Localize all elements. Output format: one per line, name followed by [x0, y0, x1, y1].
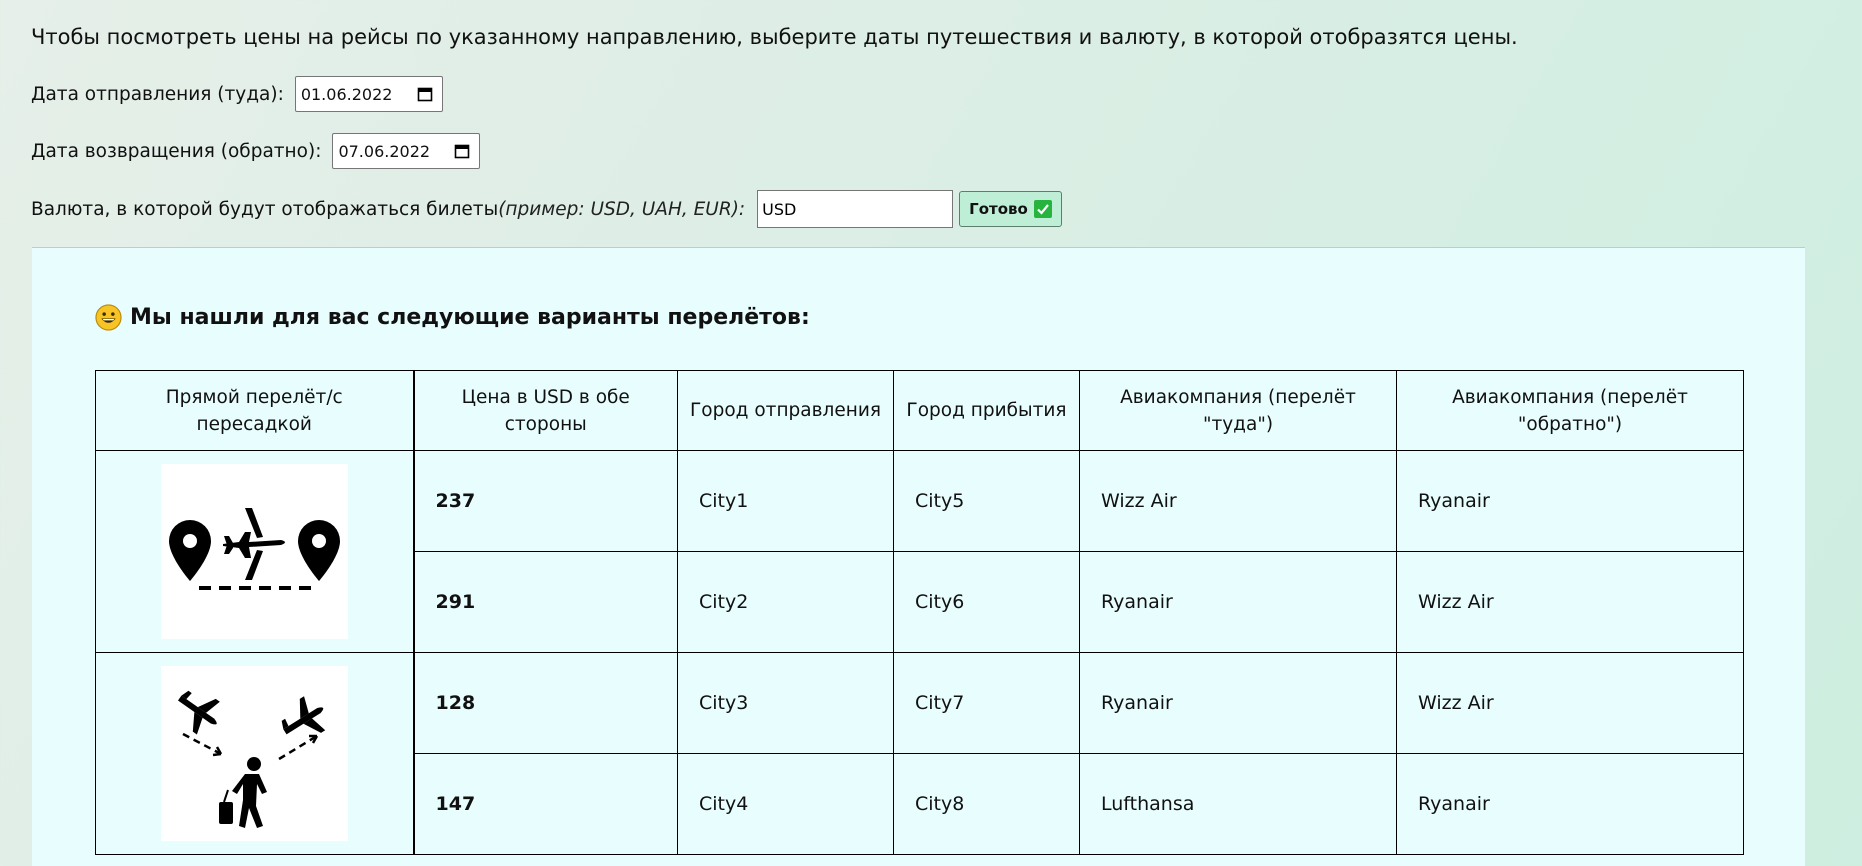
calendar-icon[interactable] — [454, 143, 470, 159]
column-header-airline-back: Авиакомпания (перелёт "обратно") — [1396, 370, 1744, 451]
direct-flight-image — [160, 464, 348, 639]
price-cell: 128 — [413, 652, 678, 754]
direct-flight-icon — [168, 508, 340, 590]
transfer-flight-image — [160, 666, 348, 841]
column-header-type: Прямой перелёт/с пересадкой — [95, 370, 415, 451]
return-date-label: Дата возвращения (обратно): — [31, 140, 322, 162]
airline-out-cell: Lufthansa — [1079, 753, 1397, 855]
to-city-cell: City5 — [893, 450, 1080, 552]
calendar-icon[interactable] — [417, 86, 433, 102]
price-cell: 147 — [413, 753, 678, 855]
flight-type-cell — [95, 450, 415, 653]
flight-type-cell — [95, 652, 415, 855]
results-panel: Мы нашли для вас следующие варианты пере… — [32, 247, 1805, 866]
submit-button-label: Готово — [969, 200, 1028, 218]
intro-text: Чтобы посмотреть цены на рейсы по указан… — [31, 25, 1518, 49]
table-row: 237 City1 City5 Wizz Air Ryanair — [95, 450, 1744, 653]
currency-hint: (пример: USD, UAH, EUR): — [498, 198, 746, 220]
airline-back-cell: Wizz Air — [1396, 551, 1744, 653]
airline-back-cell: Wizz Air — [1396, 652, 1744, 754]
column-header-airline-out: Авиакомпания (перелёт "туда") — [1079, 370, 1397, 451]
from-city-cell: City2 — [677, 551, 894, 653]
table-header-row: Прямой перелёт/с пересадкой Цена в USD в… — [95, 370, 1744, 451]
from-city-cell: City1 — [677, 450, 894, 552]
grinning-face-icon — [95, 304, 122, 331]
column-header-from: Город отправления — [677, 370, 894, 451]
currency-input[interactable] — [757, 190, 954, 228]
from-city-cell: City4 — [677, 753, 894, 855]
return-date-value: 07.06.2022 — [338, 141, 431, 161]
to-city-cell: City7 — [893, 652, 1080, 754]
column-header-price: Цена в USD в обе стороны — [413, 370, 678, 451]
return-date-row: Дата возвращения (обратно): 07.06.2022 — [31, 133, 481, 169]
depart-date-row: Дата отправления (туда): 01.06.2022 — [31, 76, 443, 112]
depart-date-label: Дата отправления (туда): — [31, 83, 284, 105]
flights-table: Прямой перелёт/с пересадкой Цена в USD в… — [95, 370, 1744, 855]
airline-back-cell: Ryanair — [1396, 450, 1744, 552]
table-row: 128 City3 City7 Ryanair Wizz Air — [95, 652, 1744, 855]
airline-out-cell: Ryanair — [1079, 652, 1397, 754]
currency-label: Валюта, в которой будут отображаться бил… — [31, 198, 499, 220]
results-heading: Мы нашли для вас следующие варианты пере… — [95, 304, 810, 331]
from-city-cell: City3 — [677, 652, 894, 754]
depart-date-input[interactable]: 01.06.2022 — [294, 76, 443, 112]
to-city-cell: City8 — [893, 753, 1080, 855]
check-mark-icon — [1033, 200, 1052, 218]
price-cell: 237 — [413, 450, 678, 552]
airline-out-cell: Wizz Air — [1079, 450, 1397, 552]
airline-out-cell: Ryanair — [1079, 551, 1397, 653]
depart-date-value: 01.06.2022 — [300, 84, 393, 104]
currency-row: Валюта, в которой будут отображаться бил… — [31, 190, 1062, 228]
to-city-cell: City6 — [893, 551, 1080, 653]
return-date-input[interactable]: 07.06.2022 — [332, 133, 481, 169]
submit-button[interactable]: Готово — [959, 191, 1062, 227]
column-header-to: Город прибытия — [893, 370, 1080, 451]
airline-back-cell: Ryanair — [1396, 753, 1744, 855]
price-cell: 291 — [413, 551, 678, 653]
transfer-flight-icon — [177, 690, 325, 828]
results-heading-text: Мы нашли для вас следующие варианты пере… — [130, 305, 810, 330]
